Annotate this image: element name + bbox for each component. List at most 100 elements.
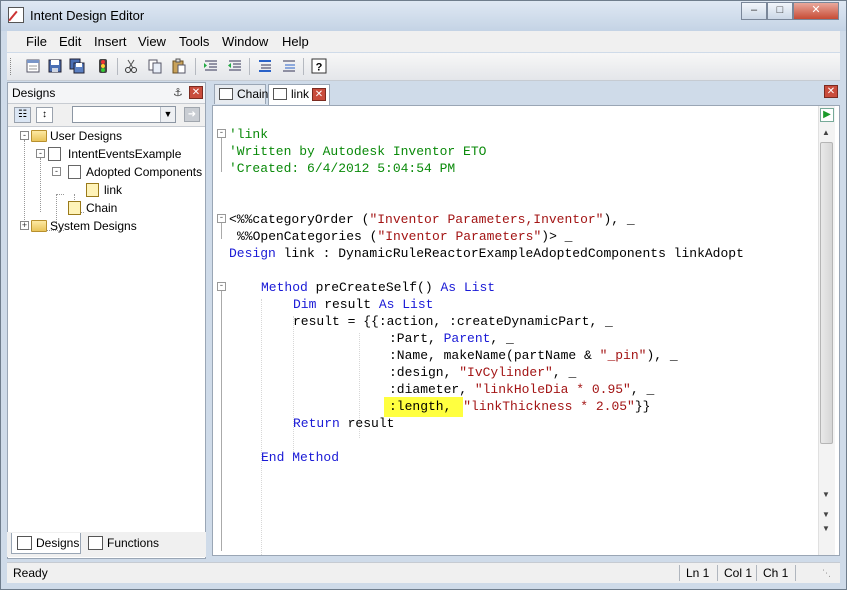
- code-string: "Inventor Parameters": [377, 229, 542, 244]
- close-button[interactable]: ✕: [793, 2, 839, 20]
- menu-file[interactable]: File: [26, 34, 47, 49]
- code-line-15: Return result: [293, 415, 394, 432]
- design-tree: - User Designs - IntentEventsExample - A…: [8, 127, 205, 527]
- code-keyword: Design: [229, 246, 276, 261]
- folder-icon: [31, 130, 47, 142]
- code-token: , _: [630, 382, 655, 397]
- chevron-down-icon[interactable]: ▼: [160, 107, 175, 122]
- designs-icon: [17, 536, 32, 550]
- code-keyword: Parent: [443, 331, 491, 346]
- scrollbar-thumb[interactable]: [820, 142, 833, 444]
- code-editor[interactable]: - - - 'link 'Written by Autodesk Invento…: [212, 105, 840, 556]
- paste-icon[interactable]: [171, 58, 187, 74]
- toolbar-separator: [249, 58, 250, 75]
- menu-bar: File Edit Insert View Tools Window Help: [7, 31, 840, 52]
- go-arrow-icon[interactable]: ➜: [184, 107, 200, 122]
- tree-label: Chain: [86, 201, 118, 215]
- designs-panel-header: Designs ⚓ ✕: [8, 83, 205, 104]
- fold-toggle-icon[interactable]: -: [217, 214, 226, 223]
- new-icon[interactable]: [25, 58, 41, 74]
- menu-window[interactable]: Window: [222, 34, 268, 49]
- designs-panel-close-button[interactable]: ✕: [189, 86, 203, 99]
- collapse-icon[interactable]: -: [52, 167, 61, 176]
- code-token: preCreateSelf(): [307, 280, 441, 295]
- minimize-button[interactable]: –: [741, 2, 767, 20]
- code-keyword: Dim: [293, 297, 317, 312]
- sort-alpha-icon[interactable]: ↕: [36, 107, 53, 123]
- app-icon: [8, 7, 24, 23]
- code-keyword: Return: [293, 416, 340, 431]
- app-window: Intent Design Editor – □ ✕ File Edit Ins…: [0, 0, 847, 590]
- code-line-11: :Name, makeName(partName & "_pin"), _: [389, 347, 678, 364]
- pin-icon[interactable]: ⚓: [173, 86, 183, 99]
- functions-icon: [88, 536, 103, 550]
- menu-tools[interactable]: Tools: [179, 34, 209, 49]
- fold-toggle-icon[interactable]: -: [217, 282, 226, 291]
- collapse-icon[interactable]: -: [20, 131, 29, 140]
- menu-insert[interactable]: Insert: [94, 34, 127, 49]
- menu-view[interactable]: View: [138, 34, 166, 49]
- fold-line: [221, 291, 222, 551]
- tab-close-icon[interactable]: ✕: [312, 88, 326, 101]
- scroll-up-icon[interactable]: ▲: [822, 128, 830, 137]
- tree-item-system-designs[interactable]: + System Designs: [8, 217, 205, 234]
- comment-icon[interactable]: [257, 58, 273, 74]
- status-char: Ch 1: [763, 566, 789, 580]
- traffic-light-icon[interactable]: [95, 58, 111, 74]
- fold-line: [221, 223, 222, 239]
- code-line-12: :design, "IvCylinder", _: [389, 364, 576, 381]
- resize-grip-icon[interactable]: ⋱: [822, 568, 831, 579]
- tab-functions[interactable]: Functions: [83, 533, 163, 554]
- toolbar-separator: [117, 58, 118, 75]
- categorized-view-icon[interactable]: ☷: [14, 107, 31, 123]
- scroll-down-icon[interactable]: ▼: [822, 490, 830, 499]
- tab-link[interactable]: link ✕: [268, 84, 330, 105]
- copy-icon[interactable]: [147, 58, 163, 74]
- tab-chain[interactable]: Chain: [214, 84, 268, 104]
- fold-toggle-icon[interactable]: -: [217, 129, 226, 138]
- code-line-2: 'Written by Autodesk Inventor ETO: [229, 144, 487, 159]
- code-token: :design,: [389, 365, 460, 380]
- page-down-icon[interactable]: ▼: [822, 510, 830, 519]
- code-line-3: 'Created: 6/4/2012 5:04:54 PM: [229, 161, 456, 176]
- uncomment-icon[interactable]: [281, 58, 297, 74]
- page-down-icon[interactable]: ▼: [822, 524, 830, 533]
- tree-item-chain[interactable]: Chain: [8, 199, 205, 216]
- menu-edit[interactable]: Edit: [59, 34, 81, 49]
- code-keyword: Method: [261, 280, 308, 295]
- code-token: :Part,: [389, 331, 444, 346]
- code-string: "IvCylinder": [459, 365, 553, 380]
- help-icon[interactable]: ?: [311, 58, 327, 74]
- status-separator: [679, 565, 680, 581]
- part-icon: [219, 88, 233, 100]
- toolbar-separator: [303, 58, 304, 75]
- status-separator: [717, 565, 718, 581]
- tree-item-adopted-components[interactable]: - Adopted Components: [8, 163, 205, 180]
- tree-label: IntentEventsExample: [68, 147, 182, 161]
- collapse-icon[interactable]: -: [36, 149, 45, 158]
- document-close-button[interactable]: ✕: [824, 85, 838, 98]
- design-search-combo[interactable]: ▼: [72, 106, 176, 123]
- code-token: link : DynamicRuleReactorExampleAdoptedC…: [275, 246, 744, 261]
- tab-designs[interactable]: Designs: [11, 533, 81, 554]
- tree-item-link[interactable]: link: [8, 181, 205, 198]
- tree-label: Adopted Components: [86, 165, 203, 179]
- cut-icon[interactable]: [123, 58, 139, 74]
- vertical-scrollbar[interactable]: ▶ ▲ ▼ ▼ ▼: [818, 106, 835, 555]
- outdent-icon[interactable]: [227, 58, 243, 74]
- save-icon[interactable]: [47, 58, 63, 74]
- tree-item-intent-events-example[interactable]: - IntentEventsExample: [8, 145, 205, 162]
- code-area[interactable]: - - - 'link 'Written by Autodesk Invento…: [213, 106, 819, 555]
- expand-icon[interactable]: +: [20, 221, 29, 230]
- title-bar[interactable]: Intent Design Editor – □ ✕: [1, 1, 846, 31]
- maximize-button[interactable]: □: [767, 2, 793, 20]
- indent-icon[interactable]: [203, 58, 219, 74]
- menu-help[interactable]: Help: [282, 34, 309, 49]
- toolbar-grip[interactable]: [10, 58, 14, 75]
- status-column: Col 1: [724, 566, 753, 580]
- save-all-icon[interactable]: [69, 58, 85, 74]
- tree-item-user-designs[interactable]: - User Designs: [8, 127, 205, 144]
- code-string: "Inventor Parameters,Inventor": [369, 212, 604, 227]
- run-icon[interactable]: ▶: [820, 108, 834, 122]
- code-token: ), _: [646, 348, 678, 363]
